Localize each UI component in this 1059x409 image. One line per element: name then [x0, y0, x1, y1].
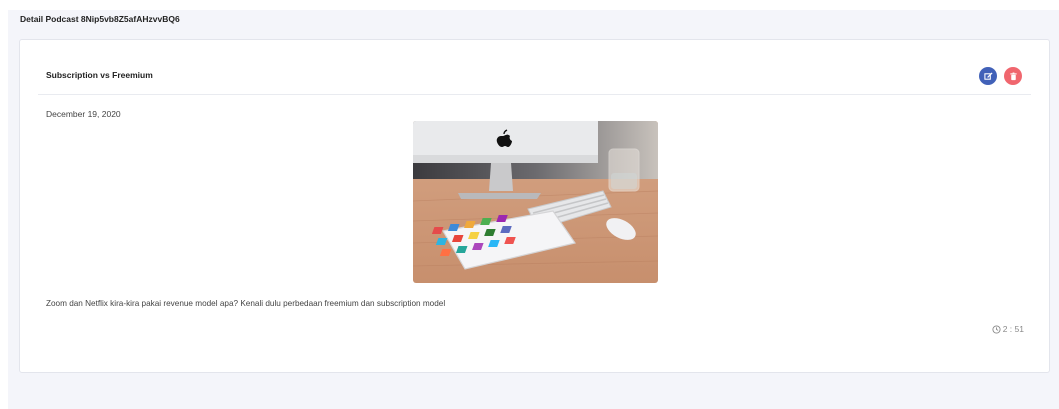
duration-text: 2 : 51: [1002, 324, 1024, 334]
podcast-card: Subscription vs Freemium December 19, 20…: [19, 39, 1050, 373]
page-title: Detail Podcast 8Nip5vb8Z5afAHzvvBQ6: [20, 14, 180, 24]
trash-icon: [1009, 72, 1017, 80]
podcast-description: Zoom dan Netflix kira-kira pakai revenue…: [46, 299, 446, 308]
podcast-title: Subscription vs Freemium: [46, 70, 153, 80]
podcast-duration: 2 : 51: [992, 324, 1024, 334]
publish-date: December 19, 2020: [46, 109, 121, 119]
edit-icon: [983, 71, 993, 80]
clock-icon: [992, 324, 1001, 334]
delete-button[interactable]: [1004, 67, 1022, 85]
page-container: Detail Podcast 8Nip5vb8Z5afAHzvvBQ6 Subs…: [8, 10, 1059, 409]
edit-button[interactable]: [979, 67, 997, 85]
podcast-cover-image: [413, 121, 658, 283]
card-header: Subscription vs Freemium: [38, 40, 1031, 95]
